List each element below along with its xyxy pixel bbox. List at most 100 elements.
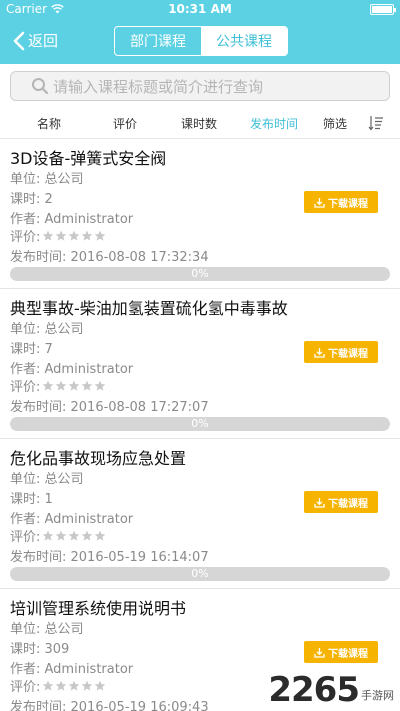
course-published: 发布时间: 2016-05-19 16:09:43 [10,696,209,711]
course-unit: 单位: 总公司 [10,168,84,187]
star-icon [82,680,93,691]
search-icon [32,78,49,95]
star-icon [43,530,54,541]
filter-button[interactable]: 筛选 [323,115,347,132]
search-input[interactable]: 请输入课程标题或简介进行查询 [10,71,390,101]
course-author: 作者: Administrator [10,208,133,227]
download-course-button[interactable]: 下载课程 [304,341,378,363]
published-label: 发布时间: [10,550,71,565]
course-title: 危化品事故现场应急处置 [10,449,187,468]
star-icon [95,230,106,241]
hours-value: 2 [44,192,53,207]
star-icon [69,680,80,691]
rating-label: 评价: [10,380,41,395]
author-label: 作者: [10,212,45,227]
published-value: 2016-08-08 17:27:07 [70,400,209,415]
course-hours: 课时: 309 [10,638,69,657]
author-label: 作者: [10,662,45,677]
course-hours: 课时: 7 [10,338,53,357]
unit-value: 总公司 [44,622,84,637]
hours-label: 课时: [10,342,45,357]
course-title: 典型事故-柴油加氢装置硫化氢中毒事故 [10,299,288,318]
star-icon [69,380,80,391]
back-button[interactable]: 返回 [12,30,58,51]
published-label: 发布时间: [10,700,71,711]
published-value: 2016-05-19 16:09:43 [70,700,209,711]
sort-order-icon[interactable] [368,115,384,131]
course-rating: 评价: [10,526,106,545]
author-label: 作者: [10,512,45,527]
download-label: 下载课程 [328,348,368,360]
unit-value: 总公司 [44,322,84,337]
star-icon [43,230,54,241]
tab-public-courses[interactable]: 公共课程 [201,27,287,55]
sort-by-rating[interactable]: 评价 [113,115,137,132]
unit-label: 单位: [10,322,45,337]
hours-label: 课时: [10,192,45,207]
course-author: 作者: Administrator [10,358,133,377]
progress-text: 0% [191,417,209,430]
author-value: Administrator [44,512,134,527]
course-published: 发布时间: 2016-08-08 17:27:07 [10,396,209,415]
course-rating: 评价: [10,226,106,245]
course-rating: 评价: [10,376,106,395]
star-icon [82,230,93,241]
hours-value: 309 [44,642,70,657]
rating-stars [42,530,106,542]
course-published: 发布时间: 2016-05-19 16:14:07 [10,546,209,565]
download-progress: 0% [10,567,390,581]
download-icon [314,347,325,358]
download-course-button[interactable]: 下载课程 [304,641,378,663]
rating-label: 评价: [10,680,41,695]
course-author: 作者: Administrator [10,658,133,677]
star-icon [82,530,93,541]
course-item[interactable]: 3D设备-弹簧式安全阀 单位: 总公司 课时: 2 作者: Administrator… [0,139,400,289]
download-progress: 0% [10,417,390,431]
course-published: 发布时间: 2016-08-08 17:32:34 [10,246,209,265]
star-icon [56,380,67,391]
status-bar: Carrier 10:31 AM [0,0,400,20]
hours-value: 1 [44,492,53,507]
star-icon [56,680,67,691]
sort-by-name[interactable]: 名称 [37,115,61,132]
chevron-left-icon [13,31,25,50]
star-icon [95,530,106,541]
star-icon [43,680,54,691]
segmented-control: 部门课程 公共课程 [114,26,288,56]
hours-label: 课时: [10,492,45,507]
watermark-logo: 2265 手游网 [268,673,394,707]
course-item[interactable]: 典型事故-柴油加氢装置硫化氢中毒事故单位: 总公司 课时: 7 作者: Admini… [0,289,400,439]
unit-value: 总公司 [44,172,84,187]
download-icon [314,497,325,508]
course-item[interactable]: 危化品事故现场应急处置 单位: 总公司 课时: 1 作者: Administrator… [0,439,400,589]
rating-stars [42,380,106,392]
watermark-main: 2265 [268,670,360,710]
star-icon [43,380,54,391]
clock: 10:31 AM [168,2,232,16]
star-icon [69,230,80,241]
published-value: 2016-08-08 17:32:34 [70,250,209,265]
published-value: 2016-05-19 16:14:07 [70,550,209,565]
star-icon [95,680,106,691]
star-icon [95,380,106,391]
sort-by-publish-time[interactable]: 发布时间 [250,115,298,132]
star-icon [69,530,80,541]
sort-by-hours[interactable]: 课时数 [181,115,217,132]
search-placeholder: 请输入课程标题或简介进行查询 [53,77,264,96]
unit-label: 单位: [10,472,45,487]
published-label: 发布时间: [10,250,71,265]
course-author: 作者: Administrator [10,508,133,527]
progress-text: 0% [191,267,209,280]
author-value: Administrator [44,662,134,677]
author-value: Administrator [44,212,134,227]
hours-label: 课时: [10,642,45,657]
download-label: 下载课程 [328,648,368,660]
download-course-button[interactable]: 下载课程 [304,191,378,213]
tab-department-courses[interactable]: 部门课程 [115,27,201,55]
download-course-button[interactable]: 下载课程 [304,491,378,513]
rating-label: 评价: [10,230,41,245]
course-rating: 评价: [10,676,106,695]
download-icon [314,647,325,658]
unit-label: 单位: [10,622,45,637]
app-header: Carrier 10:31 AM 返回 部门课程 公共课程 [0,0,400,64]
